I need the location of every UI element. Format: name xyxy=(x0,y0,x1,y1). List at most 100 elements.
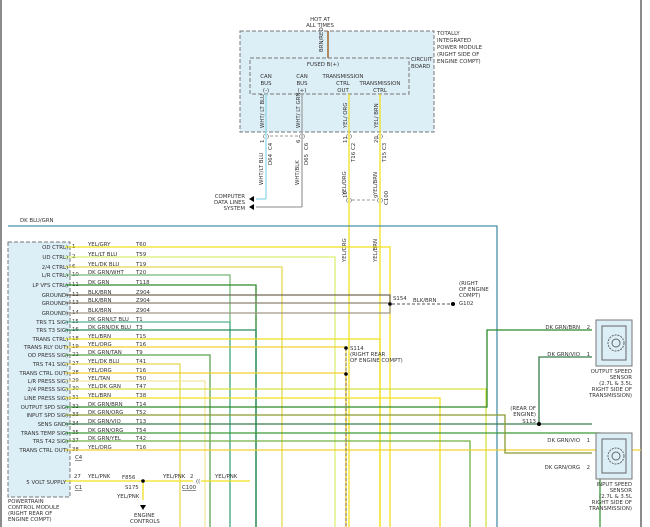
connector-icon: ) xyxy=(66,413,68,419)
wire xyxy=(65,380,206,527)
conn-label: C1 xyxy=(75,485,82,491)
fused-label: FUSED B(+) xyxy=(307,62,339,68)
feed-wire-label: BRN/RED xyxy=(319,27,325,52)
computer-data-lines: COMPUTER DATA LINES SYSTEM xyxy=(214,194,254,212)
pin-number: 2 xyxy=(587,465,590,471)
wiring-diagram: HOT AT ALL TIMES BRN/RED TOTALLY INTEGRA… xyxy=(0,0,642,527)
wire-label: YEL/PNK xyxy=(214,474,238,480)
output-name: CAN xyxy=(296,74,307,80)
connector-icon: ) xyxy=(66,431,68,437)
wire xyxy=(65,440,471,527)
pcm-box xyxy=(7,241,71,498)
output-name: BUS xyxy=(296,81,308,87)
pcm-label: ENGINE COMPT) xyxy=(8,517,52,523)
connector-icon: ) xyxy=(66,337,68,343)
pin-number: 1 xyxy=(260,140,266,143)
five-volt-supply-circuit: 5 VOLT SUPPLY 27 C1 YEL/PNK F856 S175 YE… xyxy=(26,474,250,525)
s154-ground: S154 BLK/BRN (RIGHT OF ENGINE COMPT) G10… xyxy=(388,281,489,307)
pin-function: LP VFS CTRL xyxy=(32,283,66,289)
pin-function: TRANS TEMP SIG xyxy=(20,431,66,437)
sensor-label: TRANSMISSION) xyxy=(588,506,632,512)
circuit-label: T15 xyxy=(382,152,388,163)
arrow-icon xyxy=(249,196,254,210)
connector-icon: ) xyxy=(66,283,68,289)
wire-label: DK GRN/ORG xyxy=(545,465,580,471)
connector-icon: ( ) xyxy=(346,198,352,204)
connector-icon: (( xyxy=(196,479,200,485)
connector-icon: ) xyxy=(66,405,68,411)
conn-label: C2 xyxy=(351,143,357,150)
wire-label: YEL/PNK xyxy=(162,474,186,480)
pin-function: OUTPUT SPD SIG xyxy=(21,405,66,411)
output-name: CTRL xyxy=(336,81,350,87)
internal-wire-label: YEL/ BRN xyxy=(374,103,380,129)
connector-icon: ) xyxy=(66,353,68,359)
pcm-pin-row: GROUND 14 BLK/BRN Z904) xyxy=(42,304,391,317)
wire-label: DK GRN/BRN xyxy=(545,325,580,331)
conn-label: C6 xyxy=(304,142,310,150)
connector-icon: ) xyxy=(66,439,68,445)
circuit-label: D65 xyxy=(304,154,310,165)
wire xyxy=(65,304,391,314)
cdl-label: SYSTEM xyxy=(224,206,246,212)
connector-icon: ) xyxy=(66,328,68,334)
pin-number: 1 xyxy=(587,438,590,444)
pin-function: UD CTRL xyxy=(42,255,66,261)
wire-label: YEL/BRN xyxy=(373,172,379,196)
connector-icon: ) xyxy=(66,422,68,428)
output-name: TRANSMISSION xyxy=(359,81,401,87)
pin-function: 2/4 PRESS SIG xyxy=(27,387,66,393)
tipm-output: TRANSMISSIONCTRLOUTYEL/ ORG11C2YEL/ORGT1… xyxy=(322,74,364,527)
sensor-box xyxy=(595,319,633,367)
wire xyxy=(65,302,391,304)
connector-icon: ) xyxy=(66,362,68,368)
s113-label: S113 xyxy=(522,419,536,425)
g102-label: COMPT) xyxy=(459,293,480,299)
pcm-pin-row: LINE PRESS SIG 31 YEL/BRN T38) xyxy=(24,393,441,527)
connector-icon: ) xyxy=(66,293,68,299)
wire-label: BLK/BRN xyxy=(413,298,437,304)
board-label: CIRCUIT xyxy=(411,57,433,63)
s175-label: S175 xyxy=(125,485,139,491)
dk-blu-grn-label: DK BLU/GRN xyxy=(20,218,54,224)
pcm-pin-row: GROUND 13 BLK/BRN Z904) xyxy=(42,298,391,307)
circuit-label: D64 xyxy=(268,153,274,165)
wire-label: DK GRN/VIO xyxy=(547,352,580,358)
connector-icon: ) xyxy=(66,448,68,454)
sensor-label: TRANSMISSION) xyxy=(588,393,632,399)
speed-sensor-circuits: (REAR OF ENGINE) S113 xyxy=(65,329,592,454)
s114-splice xyxy=(344,372,348,376)
c100-label: C100 xyxy=(384,190,390,205)
output-name: TRANSMISSION xyxy=(322,74,364,80)
input-speed-sensor: 1DK GRN/VIO2DK GRN/ORGINPUT SPEEDSENSOR(… xyxy=(545,432,633,512)
g102-label: G102 xyxy=(459,301,473,307)
wire xyxy=(65,397,441,527)
s154-label: S154 xyxy=(393,296,407,302)
connector-icon: ( ) xyxy=(263,134,269,140)
g102-ground-icon xyxy=(451,302,455,306)
circuit-label: F856 xyxy=(122,475,136,481)
pin-function: L/R PRESS SIG xyxy=(28,379,66,385)
connector-icon: ) xyxy=(66,379,68,385)
connector-icon: ) xyxy=(66,345,68,351)
conn-c4-label: C4 xyxy=(75,455,83,461)
s114-splice xyxy=(344,346,348,350)
pin-function: 2/4 CTRL xyxy=(42,265,66,271)
pin-function: OD CTRL xyxy=(42,245,66,251)
wire-label: WHT/LT BLU xyxy=(259,153,265,185)
pin-number: 27 xyxy=(74,474,81,480)
s154-splice xyxy=(388,302,392,306)
conn-label: C4 xyxy=(268,142,274,150)
wire-label: YEL/PNK xyxy=(87,474,111,480)
engine-controls-label: CONTROLS xyxy=(130,519,160,525)
connector-icon: ) xyxy=(66,387,68,393)
pin-function: TRANS CTRL xyxy=(32,337,66,343)
pin-function: LINE PRESS SIG xyxy=(24,396,66,402)
connector-icon: ) xyxy=(66,245,68,251)
tipm-label: ENGINE COMPT) xyxy=(437,59,481,65)
internal-wire-label: WHT/ LT GRN xyxy=(296,93,302,128)
pin-function: TRS T1 SIG xyxy=(35,320,66,326)
connector-icon: ) xyxy=(66,320,68,326)
pin-function: GROUND xyxy=(42,301,66,307)
output-name: (-) xyxy=(263,88,269,94)
